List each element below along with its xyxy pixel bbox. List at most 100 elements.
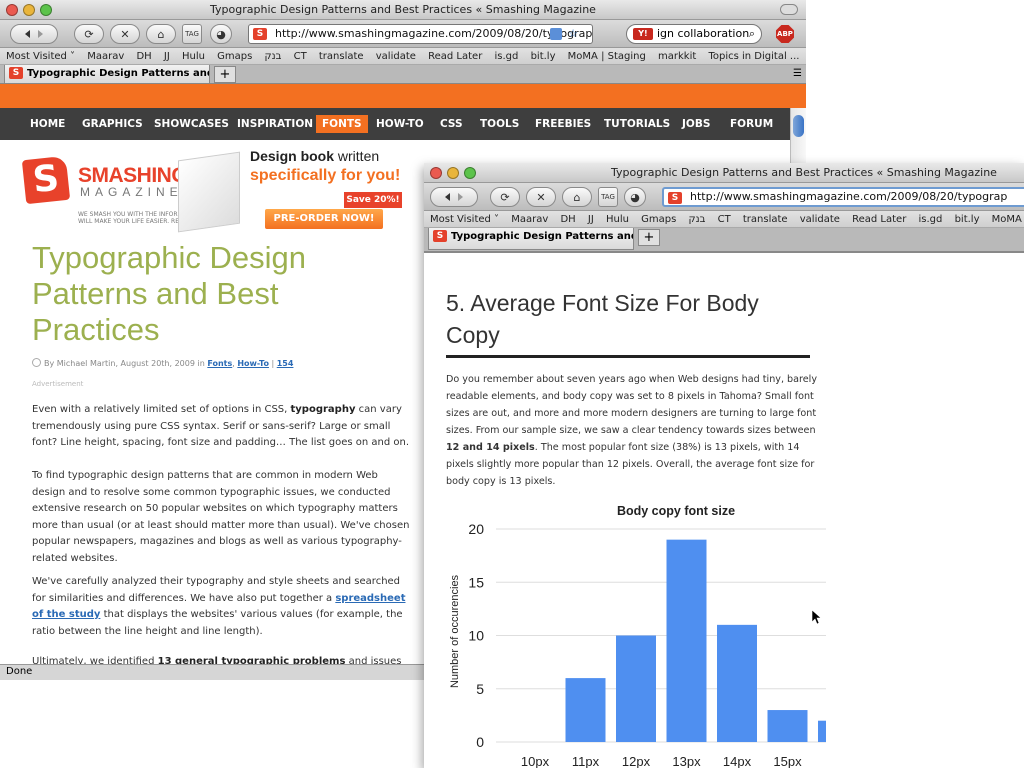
- bookmark-item[interactable]: validate: [800, 214, 840, 225]
- forward-arrow-icon: [458, 193, 463, 201]
- ad-headline[interactable]: Design book written: [250, 148, 379, 164]
- bookmark-item[interactable]: Gmaps: [641, 214, 676, 225]
- byline: By Michael Martin, August 20th, 2009 in …: [32, 358, 293, 368]
- nav-tools[interactable]: TOOLS: [480, 108, 519, 140]
- tag-icon: TAG: [601, 193, 615, 201]
- bookmark-item[interactable]: Read Later: [852, 214, 906, 225]
- smashing-logo-icon[interactable]: S: [21, 155, 71, 205]
- bookmark-star-icon[interactable]: ☆: [568, 25, 578, 43]
- adblock-icon[interactable]: ABP: [776, 25, 794, 43]
- nav-css[interactable]: CSS: [440, 108, 463, 140]
- category-link-fonts[interactable]: Fonts: [207, 359, 232, 368]
- tab-list-icon[interactable]: ☰: [793, 68, 802, 79]
- bookmark-item[interactable]: Hulu: [606, 214, 629, 225]
- nav-fonts[interactable]: FONTS: [316, 115, 368, 133]
- bookmark-item[interactable]: JJ: [588, 214, 594, 225]
- bookmark-item[interactable]: Maarav: [87, 51, 124, 62]
- category-link-how-to[interactable]: How-To: [237, 359, 269, 368]
- tag-button[interactable]: TAG: [182, 24, 202, 44]
- text: Do you remember about seven years ago wh…: [446, 374, 818, 436]
- nav-forum[interactable]: FORUM: [730, 108, 773, 140]
- nav-jobs[interactable]: JOBS: [682, 108, 710, 140]
- tab-active[interactable]: S Typographic Design Patterns and ...: [4, 65, 210, 84]
- pre-order-button[interactable]: PRE-ORDER NOW!: [265, 209, 383, 229]
- home-button[interactable]: ⌂: [146, 24, 176, 44]
- nav-home[interactable]: HOME: [30, 108, 65, 140]
- nav-showcases[interactable]: SHOWCASES: [154, 108, 229, 140]
- bookmark-item[interactable]: bit.ly: [955, 214, 980, 225]
- bookmark-item[interactable]: MoMA | Staging: [568, 51, 646, 62]
- toolbar-toggle-button[interactable]: [780, 4, 798, 15]
- bookmark-item[interactable]: validate: [376, 51, 416, 62]
- bookmark-item[interactable]: CT: [718, 214, 731, 225]
- bookmark-item[interactable]: markkit: [658, 51, 696, 62]
- bookmark-item[interactable]: Hulu: [182, 51, 205, 62]
- address-bar[interactable]: S http://www.smashingmagazine.com/2009/0…: [248, 24, 593, 44]
- scrollbar-thumb[interactable]: [793, 115, 804, 137]
- nav-freebies[interactable]: FREEBIES: [535, 108, 591, 140]
- bookmark-item[interactable]: MoMA | Staging: [992, 214, 1024, 225]
- bookmark-item[interactable]: translate: [743, 214, 788, 225]
- search-text: ign collaboration: [657, 27, 750, 40]
- y-tick-label: 5: [476, 681, 484, 697]
- bookmark-item[interactable]: Maarav: [511, 214, 548, 225]
- back-arrow-icon: [445, 193, 450, 201]
- book-image[interactable]: [178, 151, 240, 233]
- nav-how-to[interactable]: HOW-TO: [376, 108, 424, 140]
- tab-bar: S Typographic Design Patterns and ... +: [424, 228, 1024, 252]
- bookmark-item[interactable]: Most Visited ˅: [6, 51, 75, 62]
- navigation-toolbar: ⟳ ✕ ⌂ TAG ◕ S http://www.smashingmagazin…: [0, 20, 806, 48]
- back-forward-button[interactable]: [430, 187, 478, 207]
- stop-button[interactable]: ✕: [526, 187, 556, 207]
- site-header-stripe: [0, 84, 806, 108]
- bookmark-item[interactable]: Most Visited ˅: [430, 214, 499, 225]
- bookmark-item[interactable]: בנק: [689, 214, 706, 225]
- nav-inspiration[interactable]: INSPIRATION: [237, 108, 313, 140]
- bookmark-item[interactable]: translate: [319, 51, 364, 62]
- bookmark-item[interactable]: is.gd: [495, 51, 519, 62]
- home-icon: ⌂: [573, 190, 581, 204]
- search-box[interactable]: Y! ign collaboration ⌕: [626, 24, 762, 44]
- bookmark-item[interactable]: DH: [136, 51, 151, 62]
- bookmark-item[interactable]: בנק: [265, 51, 282, 62]
- delicious-button[interactable]: ◕: [210, 24, 232, 44]
- bookmark-item[interactable]: Topics in Digital ...: [708, 51, 799, 62]
- tag-button[interactable]: TAG: [598, 187, 618, 207]
- ad-subheadline[interactable]: specifically for you!: [250, 167, 400, 185]
- magnifier-icon[interactable]: ⌕: [749, 25, 755, 43]
- reload-button[interactable]: ⟳: [490, 187, 520, 207]
- new-tab-button[interactable]: +: [214, 66, 236, 83]
- home-button[interactable]: ⌂: [562, 187, 592, 207]
- article-title[interactable]: Typographic Design Patterns and Best Pra…: [32, 240, 392, 348]
- divider: [424, 252, 1024, 253]
- site-main-nav: HOME GRAPHICS SHOWCASES INSPIRATION FONT…: [0, 108, 790, 140]
- bookmark-item[interactable]: is.gd: [919, 214, 943, 225]
- bookmark-item[interactable]: DH: [560, 214, 575, 225]
- title-bar[interactable]: Typographic Design Patterns and Best Pra…: [424, 163, 1024, 183]
- close-window-button[interactable]: [430, 167, 442, 179]
- bookmark-item[interactable]: bit.ly: [531, 51, 556, 62]
- stop-button[interactable]: ✕: [110, 24, 140, 44]
- address-bar[interactable]: S http://www.smashingmagazine.com/2009/0…: [662, 187, 1024, 207]
- nav-graphics[interactable]: GRAPHICS: [82, 108, 143, 140]
- rss-icon[interactable]: [550, 28, 562, 40]
- bookmark-item[interactable]: Read Later: [428, 51, 482, 62]
- bookmark-item[interactable]: JJ: [164, 51, 170, 62]
- bookmark-item[interactable]: CT: [294, 51, 307, 62]
- minimize-window-button[interactable]: [447, 167, 459, 179]
- reload-icon: ⟳: [500, 190, 510, 204]
- reload-button[interactable]: ⟳: [74, 24, 104, 44]
- zoom-window-button[interactable]: [464, 167, 476, 179]
- site-favicon-icon: S: [9, 67, 23, 79]
- y-tick-label: 10: [468, 628, 484, 644]
- nav-tutorials[interactable]: TUTORIALS: [604, 108, 670, 140]
- back-forward-button[interactable]: [10, 24, 58, 44]
- delicious-button[interactable]: ◕: [624, 187, 646, 207]
- bookmark-item[interactable]: Gmaps: [217, 51, 252, 62]
- title-bar[interactable]: Typographic Design Patterns and Best Pra…: [0, 0, 806, 20]
- ad-headline-bold: Design book: [250, 148, 335, 164]
- comments-link[interactable]: 154: [277, 359, 294, 368]
- tab-active[interactable]: S Typographic Design Patterns and ...: [428, 228, 634, 250]
- bar: [616, 635, 656, 742]
- new-tab-button[interactable]: +: [638, 229, 660, 246]
